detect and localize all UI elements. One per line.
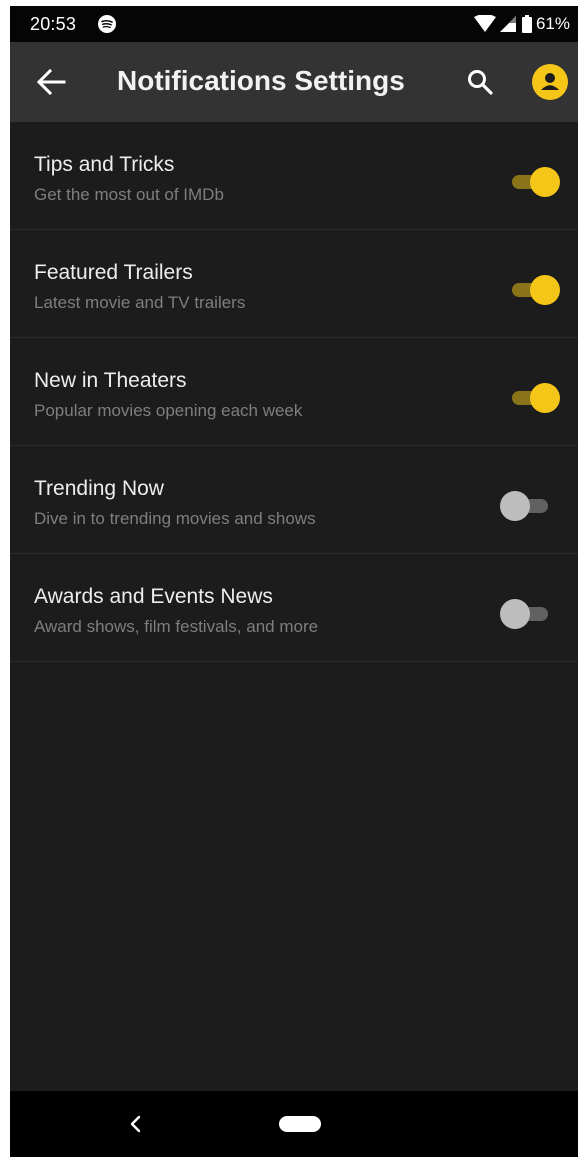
setting-subtitle: Get the most out of IMDb bbox=[34, 185, 224, 204]
setting-title: Tips and Tricks bbox=[34, 153, 175, 176]
page-title: Notifications Settings bbox=[117, 65, 405, 96]
toggle-thumb bbox=[500, 491, 530, 521]
tips-and-tricks-toggle[interactable] bbox=[500, 167, 562, 197]
signal-icon bbox=[499, 16, 516, 32]
setting-subtitle: Latest movie and TV trailers bbox=[34, 293, 246, 312]
battery-percentage: 61% bbox=[535, 14, 570, 33]
setting-subtitle: Popular movies opening each week bbox=[34, 401, 303, 420]
setting-subtitle: Award shows, film festivals, and more bbox=[34, 617, 319, 636]
setting-tips-and-tricks[interactable]: Tips and Tricks Get the most out of IMDb bbox=[10, 122, 578, 230]
setting-title: Awards and Events News bbox=[34, 585, 273, 608]
phone-screen: 20:53 61% Notifications Settings Tips an… bbox=[10, 6, 578, 1157]
setting-awards-and-events-news[interactable]: Awards and Events News Award shows, film… bbox=[10, 554, 578, 662]
awards-and-events-news-toggle[interactable] bbox=[500, 599, 562, 629]
toggle-thumb bbox=[530, 167, 560, 197]
navigation-bar bbox=[10, 1091, 578, 1157]
back-arrow-icon[interactable] bbox=[36, 68, 66, 96]
toggle-thumb bbox=[530, 383, 560, 413]
setting-subtitle: Dive in to trending movies and shows bbox=[34, 509, 316, 528]
settings-list: Tips and Tricks Get the most out of IMDb… bbox=[10, 122, 578, 662]
toggle-thumb bbox=[500, 599, 530, 629]
new-in-theaters-toggle[interactable] bbox=[500, 383, 562, 413]
battery-icon bbox=[521, 15, 532, 33]
status-bar: 20:53 61% bbox=[10, 6, 578, 42]
setting-title: New in Theaters bbox=[34, 369, 187, 392]
wifi-icon bbox=[473, 15, 496, 32]
search-icon[interactable] bbox=[467, 69, 493, 95]
account-avatar[interactable] bbox=[532, 64, 568, 100]
setting-title: Featured Trailers bbox=[34, 261, 193, 284]
status-time: 20:53 bbox=[30, 14, 77, 34]
setting-trending-now[interactable]: Trending Now Dive in to trending movies … bbox=[10, 446, 578, 554]
nav-back-icon[interactable] bbox=[126, 1113, 146, 1135]
spotify-icon bbox=[98, 15, 116, 33]
account-icon bbox=[541, 73, 559, 90]
trending-now-toggle[interactable] bbox=[500, 491, 562, 521]
setting-title: Trending Now bbox=[34, 477, 164, 500]
app-bar: Notifications Settings bbox=[10, 42, 578, 122]
home-pill-icon[interactable] bbox=[279, 1116, 321, 1132]
setting-new-in-theaters[interactable]: New in Theaters Popular movies opening e… bbox=[10, 338, 578, 446]
setting-featured-trailers[interactable]: Featured Trailers Latest movie and TV tr… bbox=[10, 230, 578, 338]
status-icons: 61% bbox=[473, 13, 570, 35]
toggle-thumb bbox=[530, 275, 560, 305]
featured-trailers-toggle[interactable] bbox=[500, 275, 562, 305]
